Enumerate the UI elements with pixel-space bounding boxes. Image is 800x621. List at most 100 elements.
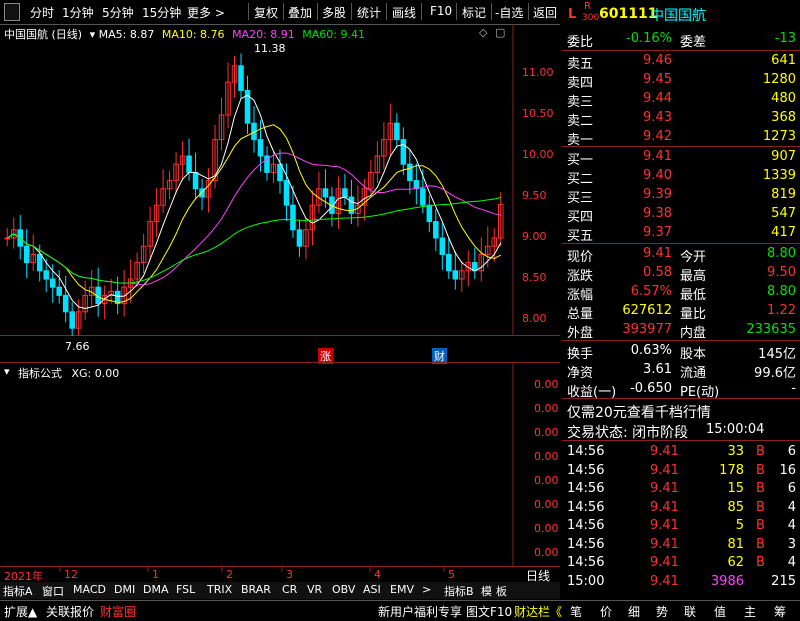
y-tick: 0.00	[534, 402, 559, 415]
ask-row: 卖三 9.44 480	[562, 90, 800, 110]
weibi-label: 委比	[567, 35, 594, 50]
ask-label: 卖五	[567, 57, 594, 72]
menu-f10[interactable]: F10	[430, 4, 452, 18]
menu-draw-line[interactable]: 画线	[392, 4, 416, 21]
trade-status-label: 交易状态: 闭市阶段	[567, 425, 689, 441]
tick-price: 9.41	[650, 518, 679, 533]
tab-trend[interactable]: 势	[656, 603, 668, 620]
menu-more[interactable]: 更多 >	[187, 4, 225, 21]
tab-price[interactable]: 价	[600, 603, 612, 620]
candle-body	[420, 188, 426, 206]
indicator-title[interactable]: 指标公式	[18, 367, 62, 380]
y-tick: 11.00	[522, 66, 554, 79]
y-tick: 0.00	[534, 450, 559, 463]
stat-value: 0.63%	[630, 343, 672, 358]
bid-label: 买二	[567, 172, 594, 187]
tab-macd[interactable]: MACD	[73, 583, 106, 596]
bid-volume: 1339	[762, 168, 796, 183]
tick-count: 215	[771, 573, 796, 589]
menu-overlay[interactable]: 叠加	[288, 4, 312, 21]
tab-template-2[interactable]: 板	[496, 583, 507, 599]
tab-value[interactable]: 值	[714, 603, 726, 620]
menu-multi-stock[interactable]: 多股	[322, 4, 346, 21]
y-tick: 10.50	[522, 107, 554, 120]
tick-volume: 5	[735, 518, 744, 533]
candle-body	[49, 278, 56, 288]
candle-body	[238, 65, 244, 91]
tab-obv[interactable]: OBV	[332, 583, 355, 596]
menu-15min[interactable]: 15分钟	[142, 4, 181, 21]
tab-dmi[interactable]: DMI	[114, 583, 135, 596]
graphic-f10-button[interactable]: 图文F10	[466, 603, 512, 620]
tick-count: 6	[787, 481, 796, 496]
candle-body	[394, 122, 400, 141]
indicator-pane[interactable]: 指标公式 XG: 0.00 0.00 0.00 0.00 0.00 0.00 0…	[0, 362, 560, 566]
ask-volume: 480	[771, 91, 796, 106]
tick-count: 4	[787, 555, 796, 570]
tick-time: 15:00	[567, 573, 605, 589]
tab-indicator-a[interactable]: 指标A	[3, 583, 33, 599]
window-toggle-icon[interactable]: ▢	[495, 26, 505, 39]
menu-back[interactable]: 返回	[533, 4, 557, 21]
ask-price: 9.43	[643, 110, 672, 125]
tab-more[interactable]: >	[422, 583, 431, 596]
tab-indicator-b[interactable]: 指标B	[444, 583, 474, 599]
tab-related[interactable]: 联	[684, 603, 696, 620]
stat-row: 现价 9.41 今开 8.80	[562, 245, 800, 265]
side-bar-toggle[interactable]: 财达栏《	[514, 603, 562, 620]
window-icon[interactable]	[4, 3, 20, 21]
tick-time: 14:56	[567, 499, 605, 515]
ma5-label: MA5: 8.87	[98, 28, 155, 41]
expand-button[interactable]: 扩展▲	[4, 603, 37, 620]
tab-dma[interactable]: DMA	[143, 583, 169, 596]
tab-asi[interactable]: ASI	[363, 583, 381, 596]
stat-row: 涨跌 0.58 最高 9.50	[562, 264, 800, 284]
tab-brar[interactable]: BRAR	[241, 583, 271, 596]
tab-window[interactable]: 窗口	[42, 583, 64, 599]
wealth-circle-button[interactable]: 财富圈	[100, 603, 136, 620]
tab-detail[interactable]: 细	[628, 603, 640, 620]
menu-mark[interactable]: 标记	[462, 4, 486, 21]
stat-value: -	[791, 381, 796, 396]
tab-cr[interactable]: CR	[282, 583, 297, 596]
y-tick: 0.00	[534, 474, 559, 487]
tick-time: 14:56	[567, 481, 605, 496]
tab-trades[interactable]: 笔	[570, 603, 582, 620]
tick-count: 4	[787, 518, 796, 533]
tab-emv[interactable]: EMV	[390, 583, 414, 596]
tab-fsl[interactable]: FSL	[176, 583, 195, 596]
tick-row: 14:56 9.41 33 B 6	[562, 443, 800, 462]
menu-intraday[interactable]: 分时	[30, 4, 54, 21]
bid-label: 买三	[567, 191, 594, 206]
kline-chart[interactable]: 中国国航 (日线) ▾ MA5: 8.87 MA10: 8.76 MA20: 8…	[0, 24, 560, 364]
chevron-down-icon[interactable]: ▾	[90, 28, 96, 41]
menu-1min[interactable]: 1分钟	[62, 4, 94, 21]
tick-row: 14:56 9.41 85 B 4	[562, 499, 800, 518]
menu-statistics[interactable]: 统计	[357, 4, 381, 21]
stat-label: 量比	[680, 307, 707, 322]
tick-time: 14:56	[567, 536, 605, 552]
diamond-icon[interactable]: ◇	[479, 26, 487, 39]
tick-price: 9.41	[650, 536, 679, 552]
tick-volume: 62	[727, 555, 744, 570]
new-user-benefit-link[interactable]: 新用户福利专享	[378, 603, 462, 620]
tab-template-1[interactable]: 模	[481, 583, 492, 599]
related-quotes-button[interactable]: 关联报价	[46, 603, 94, 620]
promo-text[interactable]: 仅需20元查看千档行情	[567, 402, 711, 422]
tab-vr[interactable]: VR	[307, 583, 322, 596]
weicha-label: 委差	[680, 35, 707, 50]
menu-remove-watchlist[interactable]: -自选	[495, 4, 523, 21]
stat-value: 0.58	[643, 265, 672, 280]
chart-legend: 中国国航 (日线) ▾ MA5: 8.87 MA10: 8.76 MA20: 8…	[4, 26, 365, 42]
divider	[491, 3, 492, 20]
promo-row[interactable]: 仅需20元查看千档行情	[562, 401, 800, 422]
menu-5min[interactable]: 5分钟	[102, 4, 134, 21]
stat-label: 换手	[567, 347, 594, 362]
menu-restore-rights[interactable]: 复权	[254, 4, 278, 21]
y-tick: 0.00	[534, 498, 559, 511]
stat-label: 今开	[680, 250, 707, 265]
tab-trix[interactable]: TRIX	[207, 583, 232, 596]
tab-chips[interactable]: 筹	[774, 603, 786, 620]
tab-main-force[interactable]: 主	[744, 603, 756, 620]
logo-r: R	[584, 1, 591, 12]
